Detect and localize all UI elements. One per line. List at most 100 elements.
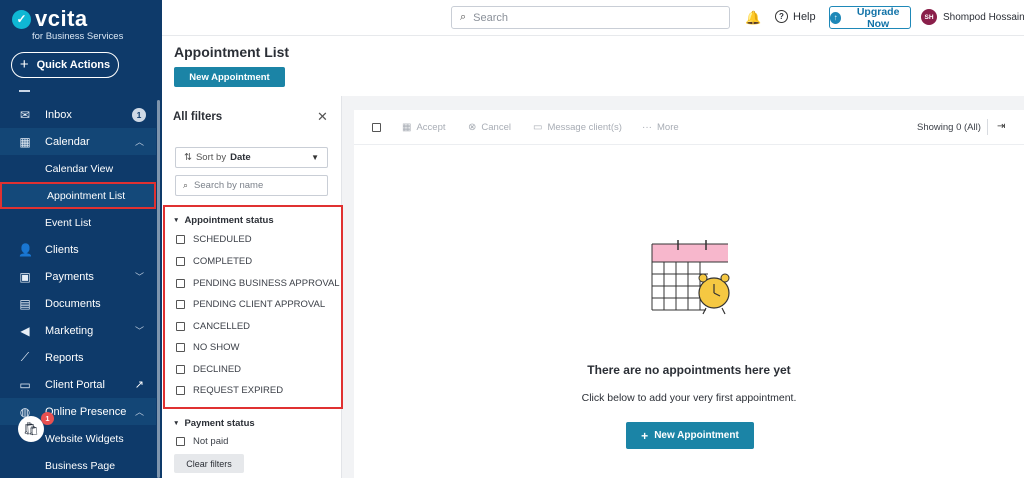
- group-label: Appointment status: [184, 215, 274, 226]
- payment-icon: ▣: [19, 269, 31, 284]
- user-name: Shompod Hossain: [943, 11, 1024, 23]
- calendar-check-icon: ▦: [402, 122, 412, 133]
- status-option-request-expired[interactable]: REQUEST EXPIRED: [176, 385, 283, 396]
- action-label: More: [657, 122, 679, 133]
- checkbox[interactable]: [176, 343, 185, 352]
- search-icon: ⌕: [183, 180, 189, 190]
- action-label: Cancel: [481, 122, 511, 133]
- option-label: PENDING CLIENT APPROVAL: [193, 299, 326, 310]
- close-icon[interactable]: ✕: [317, 109, 328, 125]
- checkbox[interactable]: [176, 257, 185, 266]
- status-option-completed[interactable]: COMPLETED: [176, 256, 252, 267]
- help-label: Help: [793, 10, 816, 23]
- checkbox[interactable]: [176, 279, 185, 288]
- accept-button[interactable]: ▦ Accept: [402, 122, 446, 133]
- cancel-circle-icon: ⊗: [468, 122, 477, 133]
- sidebar-scrollbar[interactable]: [157, 100, 160, 478]
- empty-new-appointment-button[interactable]: + New Appointment: [626, 422, 754, 449]
- status-option-declined[interactable]: DECLINED: [176, 364, 241, 375]
- brand-name: vcita: [35, 6, 88, 31]
- sidebar-item-reports[interactable]: ⟋ Reports: [0, 344, 156, 371]
- external-link-icon[interactable]: ↗: [135, 378, 144, 391]
- name-search-input[interactable]: [194, 180, 315, 191]
- upgrade-label: Upgrade Now: [856, 5, 900, 30]
- portal-icon: ▭: [19, 377, 31, 392]
- sidebar-item-payments[interactable]: ▣ Payments ﹀: [0, 263, 156, 290]
- export-icon[interactable]: ⇥: [997, 121, 1005, 132]
- checkbox[interactable]: [176, 300, 185, 309]
- status-option-pending-client-approval[interactable]: PENDING CLIENT APPROVAL: [176, 299, 325, 310]
- cancel-button[interactable]: ⊗ Cancel: [468, 122, 511, 133]
- toolbar-divider: [987, 119, 988, 135]
- sidebar-item-client-portal[interactable]: ▭ Client Portal ↗: [0, 371, 156, 398]
- sidebar-item-marketing[interactable]: ◀ Marketing ﹀: [0, 317, 156, 344]
- search-icon: ⌕: [460, 11, 467, 23]
- checkbox[interactable]: [176, 386, 185, 395]
- clear-filters-button[interactable]: Clear filters: [174, 454, 244, 473]
- user-menu[interactable]: SH Shompod Hossain: [921, 9, 1024, 25]
- status-option-scheduled[interactable]: SCHEDULED: [176, 234, 252, 245]
- select-all-checkbox[interactable]: [372, 123, 381, 132]
- filters-panel: All filters ✕ ⇅ Sort by Date ▼ ⌕ ▼ Appoi…: [162, 96, 343, 478]
- sort-value: Date: [230, 152, 251, 163]
- sidebar: ✓ vcita for Business Services + Quick Ac…: [0, 0, 162, 478]
- sidebar-item-clients[interactable]: 👤 Clients: [0, 236, 156, 263]
- caret-down-icon: ▼: [173, 420, 180, 427]
- group-label: Payment status: [184, 418, 255, 429]
- page-header: Appointment List New Appointment: [162, 36, 1024, 96]
- sidebar-item-event-list[interactable]: Event List: [0, 209, 156, 236]
- sidebar-item-documents[interactable]: ▤ Documents: [0, 290, 156, 317]
- global-search[interactable]: ⌕: [451, 6, 730, 29]
- name-search[interactable]: ⌕: [175, 175, 328, 196]
- status-option-no-show[interactable]: NO SHOW: [176, 342, 239, 353]
- brand-tagline: for Business Services: [32, 31, 124, 42]
- sidebar-item-appointment-list[interactable]: Appointment List: [0, 182, 156, 209]
- document-icon: ▤: [19, 296, 31, 311]
- plus-icon: +: [19, 56, 29, 73]
- status-option-cancelled[interactable]: CANCELLED: [176, 321, 250, 332]
- sort-by-select[interactable]: ⇅ Sort by Date ▼: [175, 147, 328, 168]
- megaphone-icon: ◀: [20, 323, 30, 338]
- option-label: COMPLETED: [193, 256, 253, 267]
- sidebar-item-label: Calendar: [45, 135, 90, 148]
- chevron-down-icon: ﹀: [134, 272, 144, 282]
- arrow-up-icon: ↑: [830, 11, 842, 24]
- quick-actions-button[interactable]: + Quick Actions: [11, 52, 119, 78]
- bell-icon[interactable]: 🔔: [745, 10, 761, 26]
- more-button[interactable]: ··· More: [642, 122, 679, 133]
- sidebar-item-label: Marketing: [45, 324, 94, 337]
- sidebar-item-business-page[interactable]: Business Page: [0, 452, 156, 478]
- payment-status-header[interactable]: ▼ Payment status: [173, 418, 255, 429]
- checkbox[interactable]: [176, 437, 185, 446]
- chart-line-icon: ⟋: [20, 350, 30, 364]
- new-appointment-button[interactable]: New Appointment: [174, 67, 285, 87]
- global-search-input[interactable]: [473, 11, 714, 24]
- option-label: CANCELLED: [193, 321, 251, 332]
- shop-notification-badge: 1: [41, 412, 54, 425]
- appointment-list-area: ▦ Accept ⊗ Cancel ▭ Message client(s) ··…: [354, 110, 1024, 478]
- alarm-bell: [698, 273, 708, 283]
- inbox-count-badge: 1: [132, 107, 146, 122]
- chevron-up-icon: ︿: [134, 137, 144, 147]
- question-icon: ?: [775, 10, 788, 23]
- checkbox[interactable]: [176, 365, 185, 374]
- checkbox[interactable]: [176, 322, 185, 331]
- payment-option-not-paid[interactable]: Not paid: [176, 436, 228, 447]
- upgrade-now-button[interactable]: ↑ Upgrade Now: [829, 5, 911, 30]
- option-label: REQUEST EXPIRED: [193, 385, 284, 396]
- button-label: New Appointment: [654, 430, 739, 441]
- status-option-pending-business-approval[interactable]: PENDING BUSINESS APPROVAL: [176, 278, 340, 289]
- sidebar-item-label: Client Portal: [45, 378, 105, 391]
- empty-state-title: There are no appointments here yet: [587, 363, 791, 377]
- appointment-status-header[interactable]: ▼ Appointment status: [173, 215, 274, 226]
- brand-logo[interactable]: ✓ vcita for Business Services: [12, 6, 124, 42]
- help-button[interactable]: ? Help: [775, 10, 816, 23]
- calendar-icon: ▦: [19, 134, 31, 149]
- shopping-bag-icon[interactable]: 🛍: [18, 416, 44, 442]
- sidebar-item-inbox[interactable]: ✉ Inbox 1: [0, 101, 156, 128]
- sidebar-item-calendar-view[interactable]: Calendar View: [0, 155, 156, 182]
- checkbox[interactable]: [176, 235, 185, 244]
- sidebar-item-calendar[interactable]: ▦ Calendar ︿: [0, 128, 156, 155]
- sidebar-item-label: Reports: [45, 351, 84, 364]
- message-clients-button[interactable]: ▭ Message client(s): [533, 122, 622, 133]
